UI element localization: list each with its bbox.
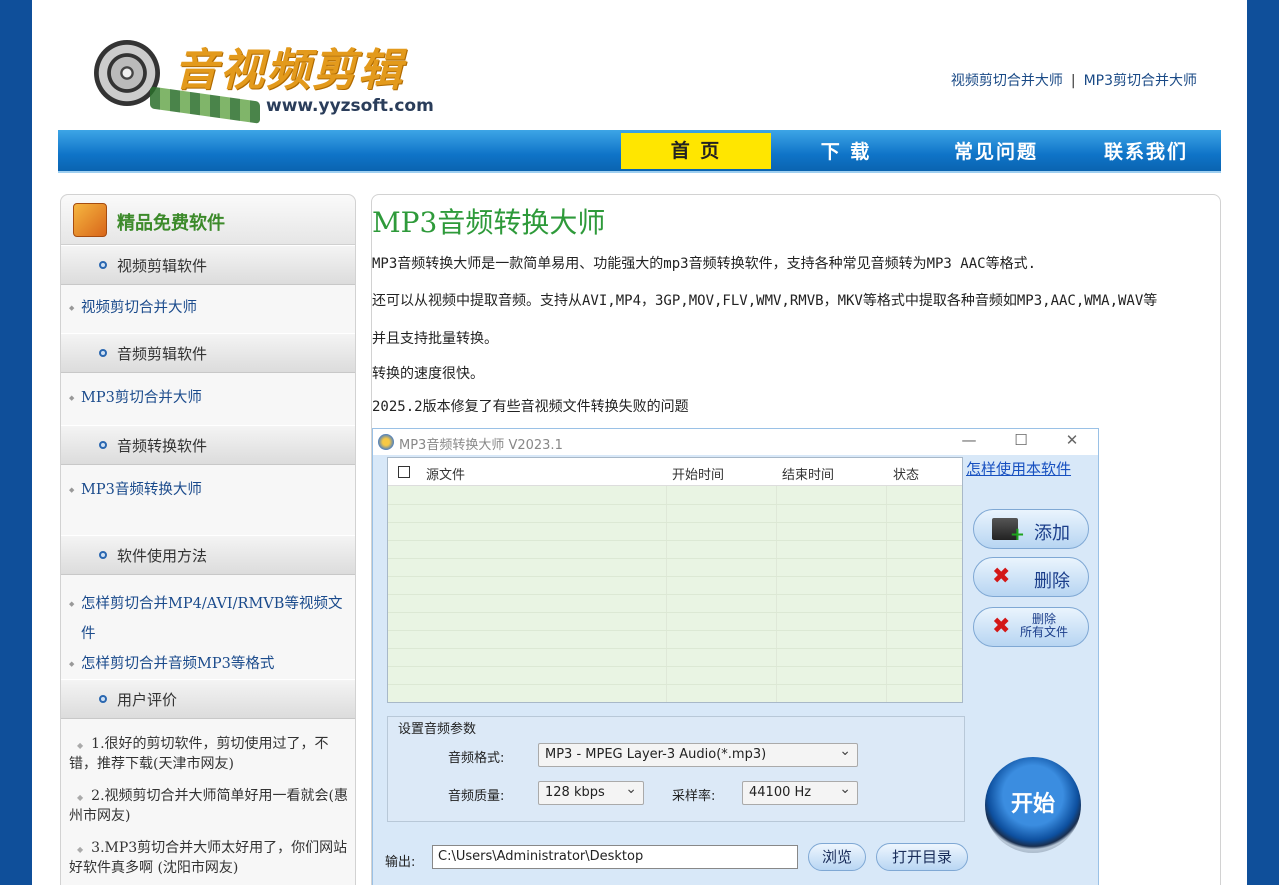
category-reviews: 用户评价 — [61, 679, 355, 719]
top-link-separator: | — [1070, 73, 1076, 89]
sidebar: 精品免费软件 视频剪辑软件 视频剪切合并大师 音频剪辑软件 MP3剪切合并大师 … — [60, 194, 356, 885]
bullet-icon — [99, 551, 107, 559]
sidebar-link-mp3-converter[interactable]: MP3音频转换大师 — [69, 475, 355, 505]
diamond-icon: ◆ — [77, 741, 84, 750]
sidebar-link-mp3-cutter[interactable]: MP3剪切合并大师 — [69, 383, 355, 413]
nav-contact[interactable]: 联系我们 — [1071, 134, 1221, 170]
close-icon: ✕ — [1065, 431, 1079, 449]
page: 音视频剪辑 www.yyzsoft.com 视频剪切合并大师 | MP3剪切合并大师… — [32, 0, 1247, 885]
red-x-icon: ✖ — [992, 564, 1011, 589]
sidebar-header: 精品免费软件 — [61, 195, 355, 245]
site-logo[interactable]: 音视频剪辑 www.yyzsoft.com — [94, 36, 454, 124]
top-links: 视频剪切合并大师 | MP3剪切合并大师 — [951, 70, 1197, 90]
column-start: 开始时间 — [672, 468, 725, 483]
sidebar-link-howto-audio[interactable]: 怎样剪切合并音频MP3等格式 — [69, 649, 355, 679]
maximize-icon: ☐ — [1014, 431, 1028, 449]
delete-all-label: 删除 所有文件 — [1020, 612, 1069, 639]
category-links: 视频剪切合并大师 — [61, 285, 355, 333]
app-title: MP3音频转换大师 V2023.1 — [399, 438, 563, 453]
open-folder-button: 打开目录 — [876, 843, 968, 871]
review-item: ◆ 3.MP3剪切合并大师太好用了，你们网站好软件真多啊 (沈阳市网友) — [69, 833, 355, 885]
bullet-icon — [99, 695, 107, 703]
minimize-icon: — — [961, 431, 977, 449]
diamond-icon: ◆ — [77, 845, 84, 854]
category-title: 音频剪辑软件 — [117, 345, 208, 363]
add-film-icon — [992, 518, 1025, 546]
description-line: 还可以从视频中提取音频。支持从AVI,MP4，3GP,MOV,FLV,WMV,R… — [372, 293, 1158, 309]
app-body: 源文件 开始时间 结束时间 状态 怎样使用本软件 添加 ✖ 删除 ✖ — [373, 455, 1098, 885]
delete-all-button: ✖ 删除 所有文件 — [973, 607, 1089, 647]
description-line: MP3音频转换大师是一款简单易用、功能强大的mp3音频转换软件，支持各种常见音频… — [372, 256, 1036, 272]
description-line: 2025.2版本修复了有些音视频文件转换失败的问题 — [372, 399, 689, 415]
app-titlebar: MP3音频转换大师 V2023.1 — ☐ ✕ — [373, 429, 1098, 455]
category-title: 用户评价 — [117, 691, 178, 709]
select-all-checkbox — [398, 466, 410, 478]
review-text: 3.MP3剪切合并大师太好用了，你们网站好软件真多啊 (沈阳市网友) — [69, 840, 348, 876]
review-text: 2.视频剪切合并大师简单好用一看就会(惠州市网友) — [69, 788, 348, 824]
main-content: MP3音频转换大师 MP3音频转换大师是一款简单易用、功能强大的mp3音频转换软… — [371, 194, 1221, 885]
format-select: MP3 - MPEG Layer-3 Audio(*.mp3) — [538, 743, 858, 767]
category-links: 怎样剪切合并MP4/AVI/RMVB等视频文件 怎样剪切合并音频MP3等格式 — [61, 575, 355, 679]
top-link-mp3-cutter[interactable]: MP3剪切合并大师 — [1084, 73, 1197, 89]
category-links: MP3音频转换大师 — [61, 465, 355, 535]
nav-home[interactable]: 首 页 — [621, 133, 771, 169]
description-line: 转换的速度很快。 — [372, 366, 484, 382]
category-title: 音频转换软件 — [117, 437, 208, 455]
red-x-icon: ✖ — [992, 614, 1011, 639]
page-title: MP3音频转换大师 — [372, 206, 606, 239]
audio-params-group: 设置音频参数 音频格式: MP3 - MPEG Layer-3 Audio(*.… — [387, 716, 965, 822]
delete-label: 删除 — [1034, 571, 1070, 592]
help-link: 怎样使用本软件 — [966, 460, 1072, 478]
sample-rate-select: 44100 Hz — [742, 781, 858, 805]
category-links: MP3剪切合并大师 — [61, 373, 355, 425]
delete-button: ✖ 删除 — [973, 557, 1089, 597]
output-label: 输出: — [385, 855, 416, 870]
app-icon — [378, 434, 394, 450]
sample-rate-label: 采样率: — [672, 789, 716, 804]
sidebar-link-video-cutter[interactable]: 视频剪切合并大师 — [69, 293, 355, 323]
quality-label: 音频质量: — [448, 789, 505, 804]
bullet-icon — [99, 349, 107, 357]
category-video-edit: 视频剪辑软件 — [61, 245, 355, 285]
nav-faq[interactable]: 常见问题 — [921, 134, 1071, 170]
sidebar-title: 精品免费软件 — [117, 213, 225, 234]
bullet-icon — [99, 261, 107, 269]
nav-download[interactable]: 下 载 — [771, 134, 921, 170]
file-list-header: 源文件 开始时间 结束时间 状态 — [388, 458, 962, 486]
gift-box-icon — [73, 203, 107, 237]
category-audio-edit: 音频剪辑软件 — [61, 333, 355, 373]
output-path-field: C:\Users\Administrator\Desktop — [432, 845, 798, 869]
quality-select: 128 kbps — [538, 781, 644, 805]
add-label: 添加 — [1034, 523, 1070, 544]
file-list: 源文件 开始时间 结束时间 状态 — [387, 457, 963, 703]
review-item: ◆ 1.很好的剪切软件，剪切使用过了，不错，推荐下载(天津市网友) — [69, 729, 355, 781]
diamond-icon: ◆ — [77, 793, 84, 802]
logo-url: www.yyzsoft.com — [266, 96, 434, 116]
browse-button: 浏览 — [808, 843, 866, 871]
add-button: 添加 — [973, 509, 1089, 549]
column-status: 状态 — [893, 468, 920, 483]
review-item: ◆ 2.视频剪切合并大师简单好用一看就会(惠州市网友) — [69, 781, 355, 833]
params-title: 设置音频参数 — [398, 722, 477, 737]
category-audio-convert: 音频转换软件 — [61, 425, 355, 465]
app-screenshot: MP3音频转换大师 V2023.1 — ☐ ✕ 源文件 开始时间 结束时间 状态… — [372, 428, 1099, 885]
column-end: 结束时间 — [782, 468, 835, 483]
category-title: 软件使用方法 — [117, 547, 208, 565]
main-nav: 首 页 下 载 常见问题 联系我们 — [58, 130, 1221, 173]
bullet-icon — [99, 441, 107, 449]
logo-title: 音视频剪辑 — [174, 45, 404, 96]
reviews-list: ◆ 1.很好的剪切软件，剪切使用过了，不错，推荐下载(天津市网友) ◆ 2.视频剪切… — [61, 719, 355, 885]
sidebar-link-howto-video[interactable]: 怎样剪切合并MP4/AVI/RMVB等视频文件 — [69, 589, 355, 649]
category-title: 视频剪辑软件 — [117, 257, 208, 275]
category-howto: 软件使用方法 — [61, 535, 355, 575]
start-button: 开始 — [985, 757, 1081, 853]
column-source: 源文件 — [426, 468, 466, 483]
format-label: 音频格式: — [448, 751, 505, 766]
description-line: 并且支持批量转换。 — [372, 331, 498, 347]
review-text: 1.很好的剪切软件，剪切使用过了，不错，推荐下载(天津市网友) — [69, 736, 329, 772]
top-link-video-cutter[interactable]: 视频剪切合并大师 — [951, 73, 1063, 89]
